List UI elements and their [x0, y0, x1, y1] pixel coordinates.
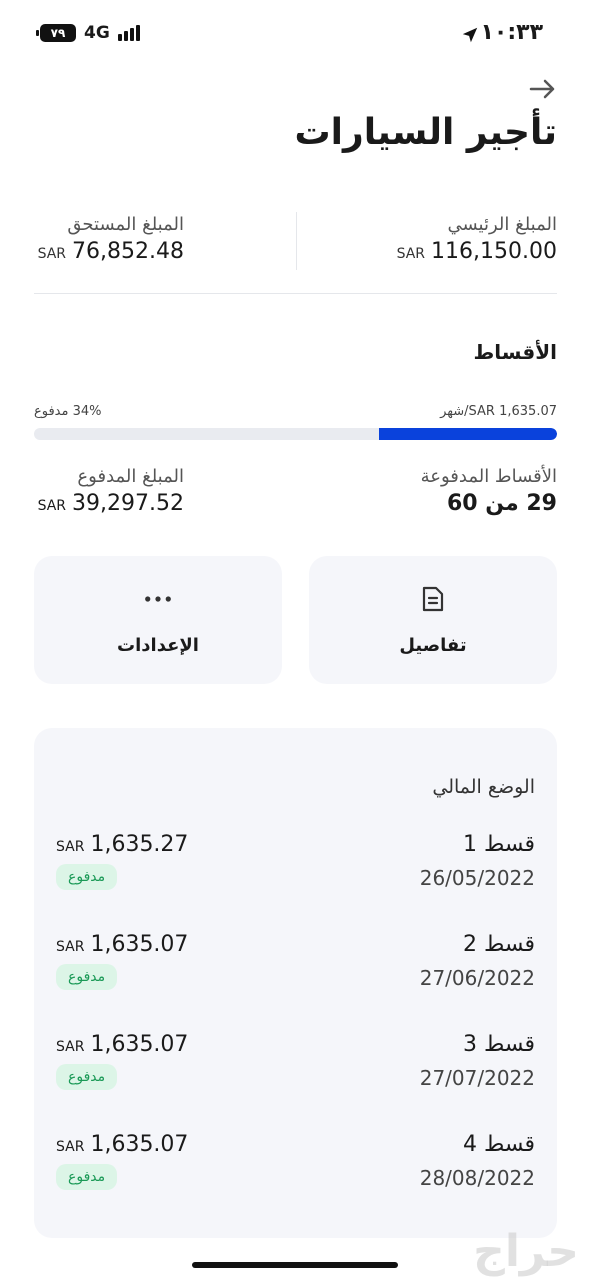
installment-currency: SAR [56, 939, 85, 955]
installment-row[interactable]: قسط 2 27/06/2022 SAR 1,635.07 مدفوع [56, 932, 535, 1012]
due-label: المبلغ المستحق [67, 214, 184, 235]
installment-amount: SAR 1,635.07 [56, 1032, 188, 1057]
battery-indicator: ٧٩ [36, 24, 76, 42]
installment-date: 26/05/2022 [419, 866, 535, 890]
details-button[interactable]: تفاصيل [309, 556, 557, 684]
principal-currency: SAR [396, 246, 426, 262]
paid-status-badge: مدفوع [56, 1164, 118, 1190]
installment-amount-value: 1,635.27 [90, 832, 189, 857]
paid-percent: 34% مدفوع [34, 404, 102, 419]
paid-status-badge: مدفوع [56, 1064, 118, 1090]
installment-stats: الأقساط المدفوعة 29 من 60 المبلغ المدفوع… [34, 466, 557, 526]
summary-divider [296, 212, 297, 270]
installments-title: الأقساط [473, 340, 557, 364]
settings-label: الإعدادات [117, 634, 199, 656]
financial-status-panel: الوضع المالي قسط 1 26/05/2022 SAR 1,635.2… [34, 728, 557, 1238]
paid-amount-value-row: SAR 39,297.52 [34, 491, 184, 516]
installment-date: 27/06/2022 [419, 966, 535, 990]
installment-amount: SAR 1,635.07 [56, 932, 188, 957]
installment-row[interactable]: قسط 4 28/08/2022 SAR 1,635.07 مدفوع [56, 1132, 535, 1212]
installment-currency: SAR [56, 1039, 85, 1055]
due-currency: SAR [37, 246, 67, 262]
location-arrow-icon [462, 27, 478, 43]
amount-summary: المبلغ الرئيسي SAR 116,150.00 المبلغ المس… [34, 206, 557, 294]
installment-amount: SAR 1,635.27 [56, 832, 188, 857]
status-time: ١٠:٣٣ [480, 20, 543, 45]
due-value: 76,852.48 [72, 239, 184, 264]
installment-row[interactable]: قسط 3 27/07/2022 SAR 1,635.07 مدفوع [56, 1032, 535, 1112]
paid-amount-block: المبلغ المدفوع SAR 39,297.52 [34, 466, 184, 516]
details-label: تفاصيل [399, 634, 467, 656]
principal-amount-block: المبلغ الرئيسي SAR 116,150.00 [317, 214, 557, 264]
installment-amount-value: 1,635.07 [90, 932, 189, 957]
financial-status-title: الوضع المالي [432, 776, 535, 798]
installment-currency: SAR [56, 839, 85, 855]
installment-amount-value: 1,635.07 [90, 1032, 189, 1057]
paid-status-badge: مدفوع [56, 964, 118, 990]
principal-label: المبلغ الرئيسي [447, 214, 557, 235]
installment-row[interactable]: قسط 1 26/05/2022 SAR 1,635.27 مدفوع [56, 832, 535, 912]
paid-amount-label: المبلغ المدفوع [77, 466, 184, 487]
paid-count-label: الأقساط المدفوعة [420, 466, 557, 487]
installment-name: قسط 1 [462, 832, 535, 857]
monthly-amount: SAR 1,635.07/شهر [440, 404, 557, 419]
installment-amount: SAR 1,635.07 [56, 1132, 188, 1157]
due-amount-block: المبلغ المستحق SAR 76,852.48 [34, 214, 184, 264]
haraj-watermark: حراج [473, 1226, 579, 1277]
payment-progress-bar [34, 428, 557, 440]
installment-name: قسط 2 [462, 932, 535, 957]
paid-status-badge: مدفوع [56, 864, 118, 890]
status-bar: ٧٩ 4G ١٠:٣٣ [0, 0, 591, 64]
installment-name: قسط 4 [462, 1132, 535, 1157]
installment-amount-value: 1,635.07 [90, 1132, 189, 1157]
payment-progress-fill [379, 428, 557, 440]
home-indicator[interactable] [192, 1262, 398, 1268]
page-title: تأجير السيارات [294, 112, 557, 153]
due-value-row: SAR 76,852.48 [34, 239, 184, 264]
signal-icon [118, 25, 140, 41]
progress-labels: SAR 1,635.07/شهر 34% مدفوع [34, 404, 557, 424]
paid-amount-value: 39,297.52 [72, 491, 184, 516]
document-icon [419, 585, 447, 613]
principal-value: 116,150.00 [431, 239, 557, 264]
network-type: 4G [84, 23, 110, 43]
installment-currency: SAR [56, 1139, 85, 1155]
paid-count-block: الأقساط المدفوعة 29 من 60 [421, 466, 557, 516]
battery-level: ٧٩ [50, 26, 66, 40]
back-arrow-icon[interactable] [527, 74, 557, 104]
settings-button[interactable]: الإعدادات [34, 556, 282, 684]
more-dots-icon [144, 585, 172, 613]
paid-count-value: 29 من 60 [447, 491, 557, 516]
paid-amount-currency: SAR [37, 498, 67, 514]
installment-date: 27/07/2022 [419, 1066, 535, 1090]
installment-name: قسط 3 [462, 1032, 535, 1057]
installment-date: 28/08/2022 [419, 1166, 535, 1190]
principal-value-row: SAR 116,150.00 [317, 239, 557, 264]
